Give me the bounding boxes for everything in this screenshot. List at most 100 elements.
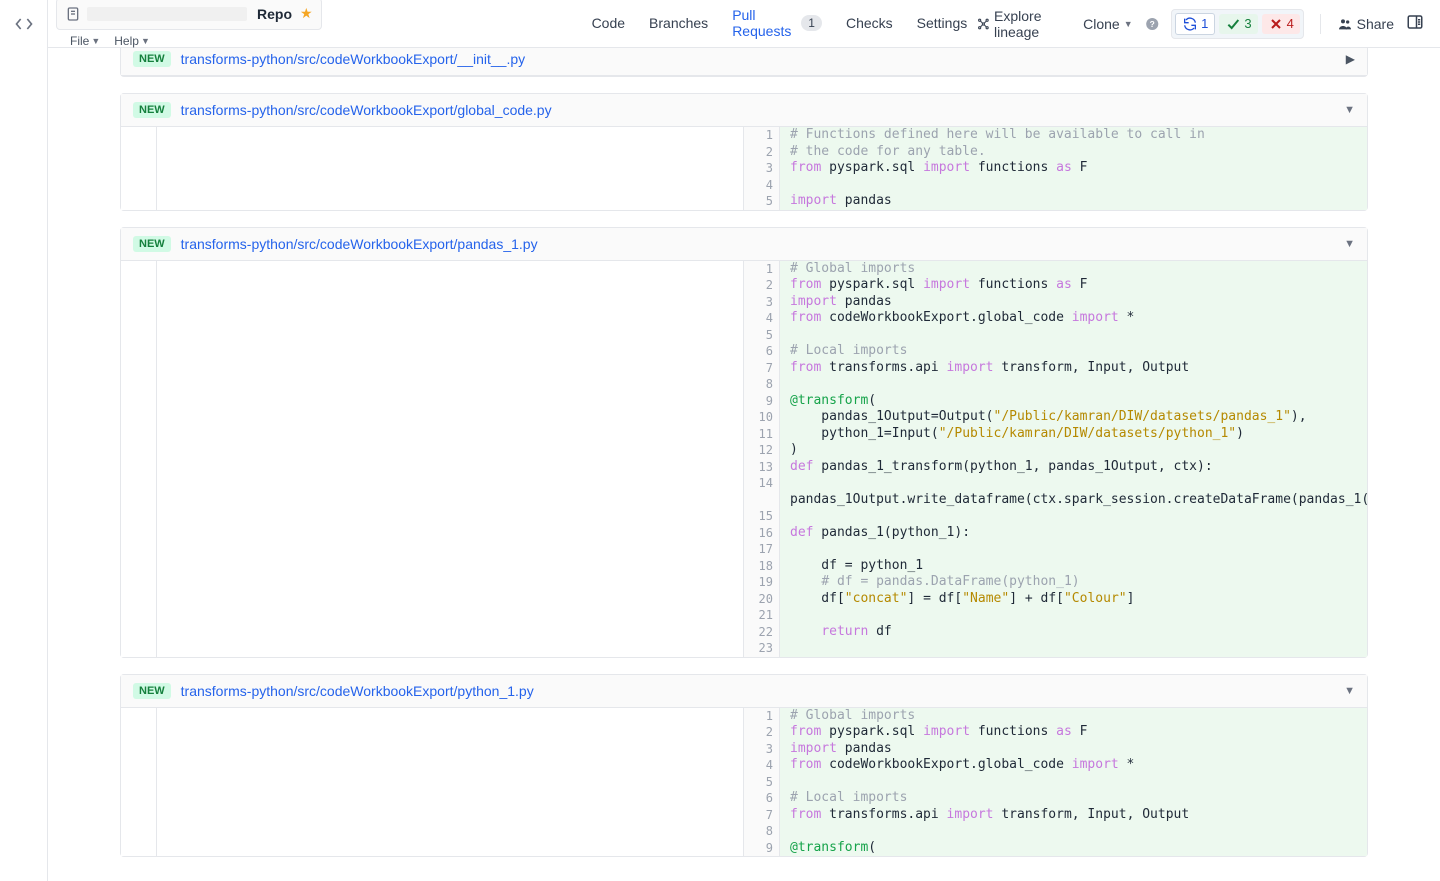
line-number: 18 xyxy=(744,558,779,575)
status-fail[interactable]: 4 xyxy=(1262,14,1300,34)
line-number: 10 xyxy=(744,409,779,426)
pr-count-badge: 1 xyxy=(801,15,822,31)
line-number: 3 xyxy=(744,741,779,758)
code-line: # Local imports xyxy=(780,790,1367,807)
file-path[interactable]: transforms-python/src/codeWorkbookExport… xyxy=(181,683,534,699)
app-tab[interactable]: Repo ★ xyxy=(56,0,322,30)
menu-file[interactable]: File▼ xyxy=(64,32,106,50)
refresh-icon xyxy=(1182,16,1198,32)
code-line xyxy=(780,327,1367,344)
code-line: # Global imports xyxy=(780,708,1367,725)
line-number: 15 xyxy=(744,508,779,525)
explore-lineage-button[interactable]: Explore lineage xyxy=(977,8,1071,40)
file-path[interactable]: transforms-python/src/codeWorkbookExport… xyxy=(181,102,552,118)
collapse-icon[interactable]: ▼ xyxy=(1344,104,1355,116)
tab-branches[interactable]: Branches xyxy=(639,1,718,46)
nav-tabs: Code Branches Pull Requests 1 Checks Set… xyxy=(582,0,978,54)
code-line xyxy=(780,376,1367,393)
tab-checks[interactable]: Checks xyxy=(836,1,903,46)
code-line: # Local imports xyxy=(780,343,1367,360)
diff-block: NEWtransforms-python/src/codeWorkbookExp… xyxy=(120,93,1368,211)
line-number: 1 xyxy=(744,127,779,144)
diff-file-header[interactable]: NEW transforms-python/src/codeWorkbookExp… xyxy=(121,675,1367,708)
diff-file-header[interactable]: NEWtransforms-python/src/codeWorkbookExp… xyxy=(121,94,1367,127)
diff-right-pane: 12345# Functions defined here will be av… xyxy=(744,127,1367,210)
menu-help[interactable]: Help▼ xyxy=(108,32,156,50)
code-line: from pyspark.sql import functions as F xyxy=(780,724,1367,741)
code-line: ) xyxy=(780,442,1367,459)
code-line: @transform( xyxy=(780,393,1367,410)
tab-pull-requests[interactable]: Pull Requests 1 xyxy=(722,0,832,54)
code-line: python_1=Input("/Public/kamran/DIW/datas… xyxy=(780,426,1367,443)
code-line: from codeWorkbookExport.global_code impo… xyxy=(780,310,1367,327)
repo-name xyxy=(87,7,247,21)
code-line: # Global imports xyxy=(780,261,1367,278)
line-number: 20 xyxy=(744,591,779,608)
line-number: 21 xyxy=(744,607,779,624)
diff-block: NEW transforms-python/src/codeWorkbookExp… xyxy=(120,674,1368,858)
expand-icon[interactable]: ▶ xyxy=(1346,52,1355,66)
check-icon xyxy=(1225,16,1241,32)
new-badge: NEW xyxy=(133,51,171,67)
line-number: 3 xyxy=(744,160,779,177)
line-number: 5 xyxy=(744,774,779,791)
new-badge: NEW xyxy=(133,683,171,699)
panel-toggle-button[interactable] xyxy=(1406,13,1424,34)
line-number: 5 xyxy=(744,327,779,344)
diff-block: NEW transforms-python/src/codeWorkbookExp… xyxy=(120,227,1368,658)
diff-right-pane: 1234567891011121314151617181920212223# G… xyxy=(744,261,1367,657)
line-number: 4 xyxy=(744,757,779,774)
line-number: 3 xyxy=(744,294,779,311)
code-outline-icon[interactable] xyxy=(14,14,34,37)
diff-right-pane: 123456789# Global importsfrom pyspark.sq… xyxy=(744,708,1367,857)
star-icon[interactable]: ★ xyxy=(300,5,313,22)
code-line xyxy=(780,508,1367,525)
line-number: 19 xyxy=(744,574,779,591)
file-path[interactable]: transforms-python/src/codeWorkbookExport… xyxy=(181,51,525,67)
diff-body: 123456789# Global importsfrom pyspark.sq… xyxy=(121,708,1367,857)
status-refresh[interactable]: 1 xyxy=(1175,13,1215,35)
line-number: 4 xyxy=(744,310,779,327)
diff-file-header[interactable]: NEW transforms-python/src/codeWorkbookExp… xyxy=(121,228,1367,261)
tab-pull-requests-label: Pull Requests xyxy=(732,7,795,39)
line-number: 6 xyxy=(744,343,779,360)
line-number: 6 xyxy=(744,790,779,807)
code-line: from transforms.api import transform, In… xyxy=(780,807,1367,824)
line-number: 5 xyxy=(744,193,779,210)
diff-file-header[interactable]: NEW transforms-python/src/codeWorkbookExp… xyxy=(121,48,1367,76)
collapse-icon[interactable]: ▼ xyxy=(1344,685,1355,697)
tab-settings[interactable]: Settings xyxy=(907,1,978,46)
code-line: # df = pandas.DataFrame(python_1) xyxy=(780,574,1367,591)
svg-text:?: ? xyxy=(1149,19,1154,29)
file-path[interactable]: transforms-python/src/codeWorkbookExport… xyxy=(181,236,538,252)
left-rail xyxy=(0,0,48,881)
code-line: import pandas xyxy=(780,741,1367,758)
clone-button[interactable]: Clone ▼ xyxy=(1083,16,1133,32)
code-line xyxy=(780,774,1367,791)
new-badge: NEW xyxy=(133,236,171,252)
tab-code[interactable]: Code xyxy=(582,1,635,46)
status-pass[interactable]: 3 xyxy=(1219,14,1257,34)
share-button[interactable]: Share xyxy=(1337,16,1394,32)
line-number: 4 xyxy=(744,177,779,194)
code-line xyxy=(780,640,1367,657)
code-line xyxy=(780,823,1367,840)
diff-left-pane xyxy=(121,127,744,210)
diff-content: NEW transforms-python/src/codeWorkbookExp… xyxy=(48,48,1440,881)
code-column: # Global importsfrom pyspark.sql import … xyxy=(780,261,1367,657)
document-icon xyxy=(65,6,81,22)
code-line: def pandas_1(python_1): xyxy=(780,525,1367,542)
line-number: 2 xyxy=(744,724,779,741)
help-icon[interactable]: ? xyxy=(1145,15,1160,33)
collapse-icon[interactable]: ▼ xyxy=(1344,238,1355,250)
line-number: 13 xyxy=(744,459,779,476)
code-line xyxy=(780,177,1367,194)
code-line xyxy=(780,607,1367,624)
line-number: 7 xyxy=(744,360,779,377)
lineage-icon xyxy=(977,16,990,32)
diff-body: 1234567891011121314151617181920212223# G… xyxy=(121,261,1367,657)
line-number: 2 xyxy=(744,277,779,294)
line-gutter: 1234567891011121314151617181920212223 xyxy=(744,261,780,657)
line-gutter: 12345 xyxy=(744,127,780,210)
line-number: 17 xyxy=(744,541,779,558)
